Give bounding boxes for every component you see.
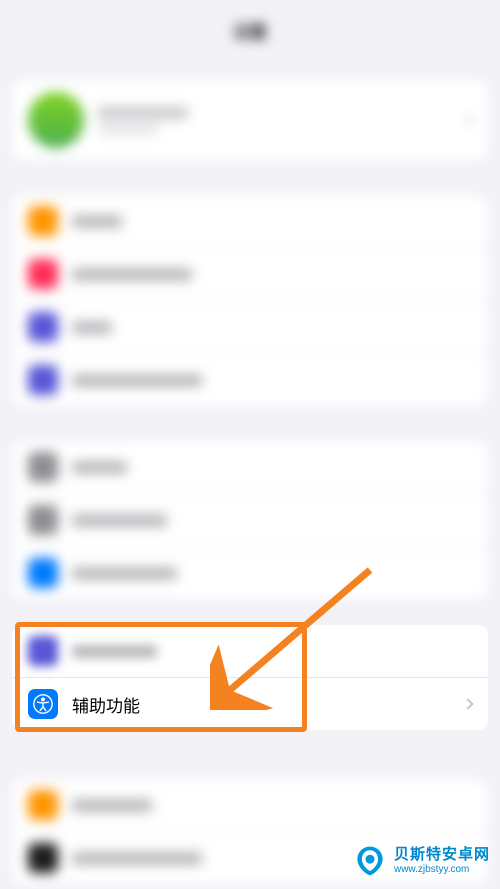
watermark-url: www.zjbstyy.com [394,864,490,875]
list-item[interactable] [12,441,488,493]
label-placeholder [72,645,157,658]
list-item[interactable] [12,353,488,406]
list-item[interactable] [12,195,488,247]
blurred-background: 设置 [0,0,500,889]
accessibility-label: 辅助功能 [72,692,140,717]
settings-group-2 [12,441,488,599]
list-item[interactable] [12,546,488,599]
header: 设置 [0,0,500,60]
profile-text [98,107,450,133]
watermark-name: 贝斯特安卓网 [394,847,490,864]
icon-placeholder [28,636,58,666]
list-item-blurred[interactable] [12,625,488,677]
list-item[interactable] [12,493,488,546]
profile-row[interactable] [12,80,488,160]
watermark: 贝斯特安卓网 www.zjbstyy.com [352,843,490,879]
accessibility-row[interactable]: 辅助功能 [12,677,488,730]
avatar [28,92,84,148]
accessibility-icon [28,689,58,719]
list-item[interactable] [12,247,488,300]
watermark-logo-icon [352,843,388,879]
page-title: 设置 [233,18,267,43]
list-item[interactable] [12,779,488,831]
chevron-right-icon [462,114,473,125]
settings-group-accessibility: 辅助功能 [12,625,488,730]
chevron-right-icon [462,698,473,709]
settings-group-1 [12,195,488,406]
list-item[interactable] [12,300,488,353]
